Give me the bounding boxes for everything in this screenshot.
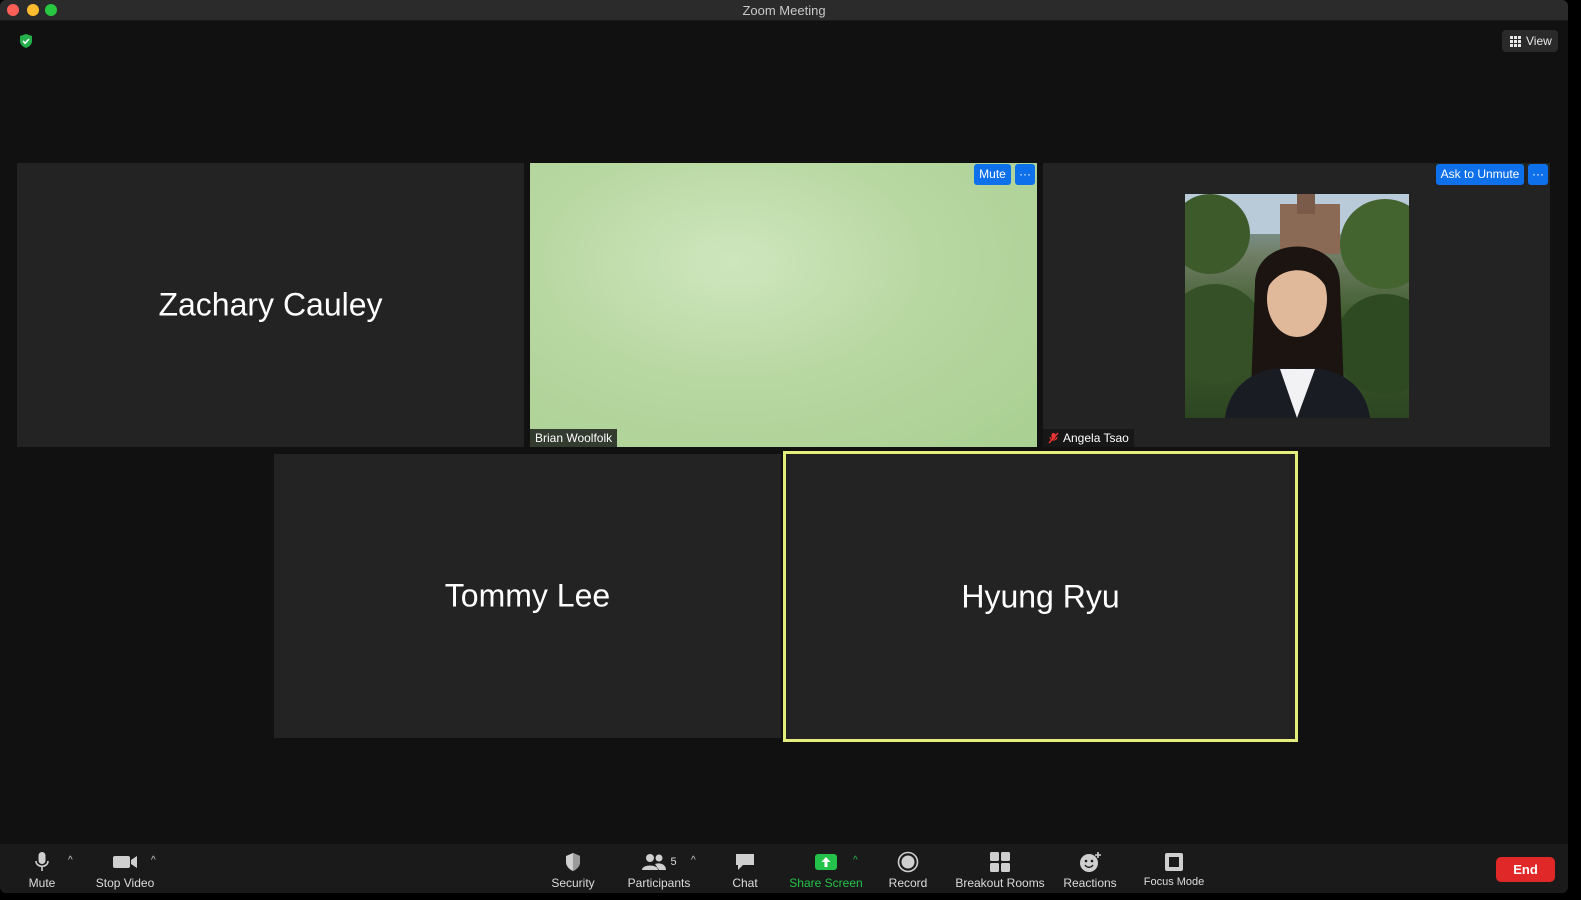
- meeting-toolbar: [0, 844, 1568, 893]
- window-title: Zoom Meeting: [742, 3, 826, 18]
- security-shield-icon: [566, 853, 580, 871]
- breakout-rooms-grid-icon: [990, 852, 1010, 872]
- zoom-window: Zoom Meeting View Zachary Cauley Brian W…: [0, 0, 1568, 893]
- participant-name: Angela Tsao: [1063, 431, 1129, 445]
- title-bar: Zoom Meeting: [0, 0, 1568, 21]
- focus-mode-button[interactable]: Focus Mode: [1142, 844, 1206, 893]
- participant-tile-zachary[interactable]: Zachary Cauley: [17, 163, 524, 447]
- share-screen-button[interactable]: Share Screen: [788, 844, 864, 893]
- stop-video-button[interactable]: Stop Video: [92, 844, 158, 893]
- reactions-smiley-icon: [1080, 852, 1101, 872]
- participant-name-tag: Angela Tsao: [1043, 429, 1134, 447]
- breakout-rooms-label: Breakout Rooms: [955, 876, 1045, 890]
- participant-video: [530, 163, 1037, 447]
- chat-label: Chat: [732, 876, 758, 890]
- grid-view-icon: [1510, 35, 1521, 47]
- reactions-button[interactable]: Reactions: [1062, 844, 1118, 893]
- participants-button[interactable]: 5 Participants: [624, 844, 694, 893]
- share-screen-label: Share Screen: [789, 876, 863, 890]
- reactions-label: Reactions: [1063, 876, 1117, 890]
- participant-tile-brian[interactable]: Brian Woolfolk: [530, 163, 1037, 447]
- view-button[interactable]: View: [1502, 30, 1558, 52]
- mute-button[interactable]: Mute: [22, 844, 62, 893]
- share-options-chevron-up-icon[interactable]: ^: [853, 855, 858, 866]
- participant-tile-tommy[interactable]: Tommy Lee: [274, 454, 781, 738]
- end-meeting-button[interactable]: End: [1496, 857, 1555, 882]
- more-options-button[interactable]: ···: [1015, 164, 1035, 185]
- participants-label: Participants: [627, 876, 691, 890]
- participant-name-tag: Brian Woolfolk: [530, 429, 618, 447]
- video-camera-icon: [113, 856, 137, 868]
- mute-label: Mute: [28, 876, 56, 890]
- ask-to-unmute-button[interactable]: Ask to Unmute: [1436, 164, 1524, 185]
- security-button[interactable]: Security: [548, 844, 598, 893]
- microphone-icon: [35, 852, 49, 871]
- share-screen-arrow-icon: [815, 854, 837, 870]
- more-options-button[interactable]: ···: [1528, 164, 1548, 185]
- participant-tile-angela[interactable]: Angela Tsao: [1043, 163, 1550, 447]
- encryption-shield-icon[interactable]: [18, 33, 34, 49]
- participants-options-chevron-up-icon[interactable]: ^: [691, 855, 696, 866]
- mute-participant-button[interactable]: Mute: [974, 164, 1011, 185]
- view-label: View: [1526, 34, 1552, 48]
- participant-name: Tommy Lee: [444, 577, 611, 614]
- participants-icon: [642, 854, 667, 870]
- breakout-rooms-button[interactable]: Breakout Rooms: [955, 844, 1045, 893]
- muted-mic-icon: [1048, 432, 1059, 444]
- participant-name: Hyung Ryu: [961, 578, 1120, 614]
- video-options-chevron-up-icon[interactable]: ^: [151, 855, 156, 866]
- audio-options-chevron-up-icon[interactable]: ^: [68, 855, 73, 866]
- record-button[interactable]: Record: [884, 844, 932, 893]
- stop-video-label: Stop Video: [95, 876, 155, 890]
- record-icon: [897, 851, 919, 873]
- security-label: Security: [551, 876, 595, 890]
- participant-profile-photo: [1185, 194, 1409, 418]
- participant-name: Brian Woolfolk: [535, 431, 613, 445]
- participant-tile-hyung-active-speaker[interactable]: Hyung Ryu: [783, 451, 1298, 742]
- focus-mode-label: Focus Mode: [1143, 876, 1205, 888]
- focus-mode-icon: [1165, 853, 1183, 871]
- participant-name: Zachary Cauley: [158, 286, 383, 323]
- chat-bubble-icon: [736, 854, 754, 870]
- record-label: Record: [888, 876, 928, 890]
- participants-count: 5: [670, 856, 677, 868]
- chat-button[interactable]: Chat: [725, 844, 765, 893]
